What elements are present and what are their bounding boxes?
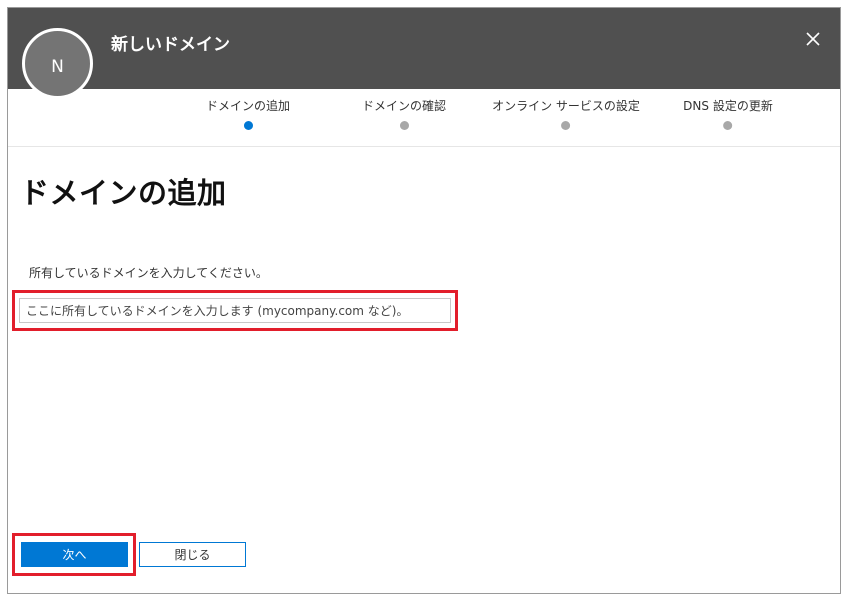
- close-button[interactable]: 閉じる: [139, 542, 246, 567]
- step-indicator-active: [243, 121, 253, 130]
- step-label: ドメインの確認: [361, 99, 447, 113]
- step-verify-domain: ドメインの確認: [362, 98, 446, 130]
- page-title: ドメインの追加: [20, 176, 227, 210]
- step-indicator: [723, 121, 733, 130]
- next-button[interactable]: 次へ: [21, 542, 128, 567]
- dialog-title: 新しいドメイン: [111, 35, 230, 55]
- domain-input[interactable]: [19, 298, 451, 323]
- dialog-header: 新しいドメイン: [8, 8, 840, 89]
- close-icon[interactable]: [802, 28, 824, 50]
- step-indicator: [561, 121, 571, 130]
- domain-instruction: 所有しているドメインを入力してください。: [29, 266, 268, 280]
- step-add-domain: ドメインの追加: [206, 98, 290, 130]
- step-indicator: [399, 121, 409, 130]
- step-update-dns: DNS 設定の更新: [683, 98, 773, 130]
- step-label: ドメインの追加: [205, 99, 291, 113]
- new-domain-dialog: 新しいドメイン N ドメインの追加 ドメインの確認 オンライン サービスの設定 …: [7, 7, 841, 594]
- step-label: オンライン サービスの設定: [492, 99, 640, 113]
- avatar-initial: N: [51, 56, 64, 77]
- step-label: DNS 設定の更新: [683, 99, 773, 113]
- wizard-steps: ドメインの追加 ドメインの確認 オンライン サービスの設定 DNS 設定の更新: [8, 89, 840, 147]
- step-online-services: オンライン サービスの設定: [492, 98, 640, 130]
